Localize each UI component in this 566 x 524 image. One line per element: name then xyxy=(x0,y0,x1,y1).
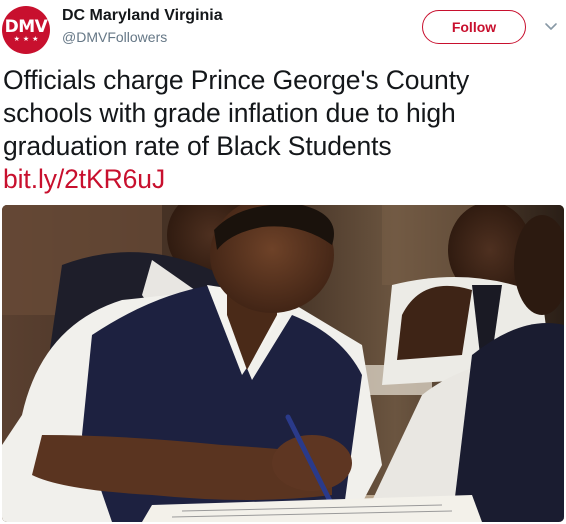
avatar-stars: ★★★ xyxy=(13,35,42,43)
tweet-photo[interactable] xyxy=(2,205,564,522)
classroom-photo xyxy=(2,205,564,522)
avatar-logo-text: DMV xyxy=(4,16,48,37)
avatar[interactable]: DMV ★★★ xyxy=(2,6,50,54)
tweet-text-line: schools with grade inflation due to high xyxy=(3,98,456,128)
tweet-card: DMV ★★★ DC Maryland Virginia @DMVFollowe… xyxy=(0,0,566,524)
tweet-text: Officials charge Prince George's County … xyxy=(3,64,559,196)
tweet-text-line: Officials charge Prince George's County xyxy=(3,65,470,95)
author-display-name[interactable]: DC Maryland Virginia xyxy=(62,7,223,25)
author-handle[interactable]: @DMVFollowers xyxy=(62,29,167,45)
tweet-link[interactable]: bit.ly/2tKR6uJ xyxy=(3,163,559,196)
chevron-down-icon[interactable] xyxy=(544,19,558,33)
follow-button[interactable]: Follow xyxy=(422,10,526,44)
tweet-text-line: graduation rate of Black Students xyxy=(3,131,392,161)
